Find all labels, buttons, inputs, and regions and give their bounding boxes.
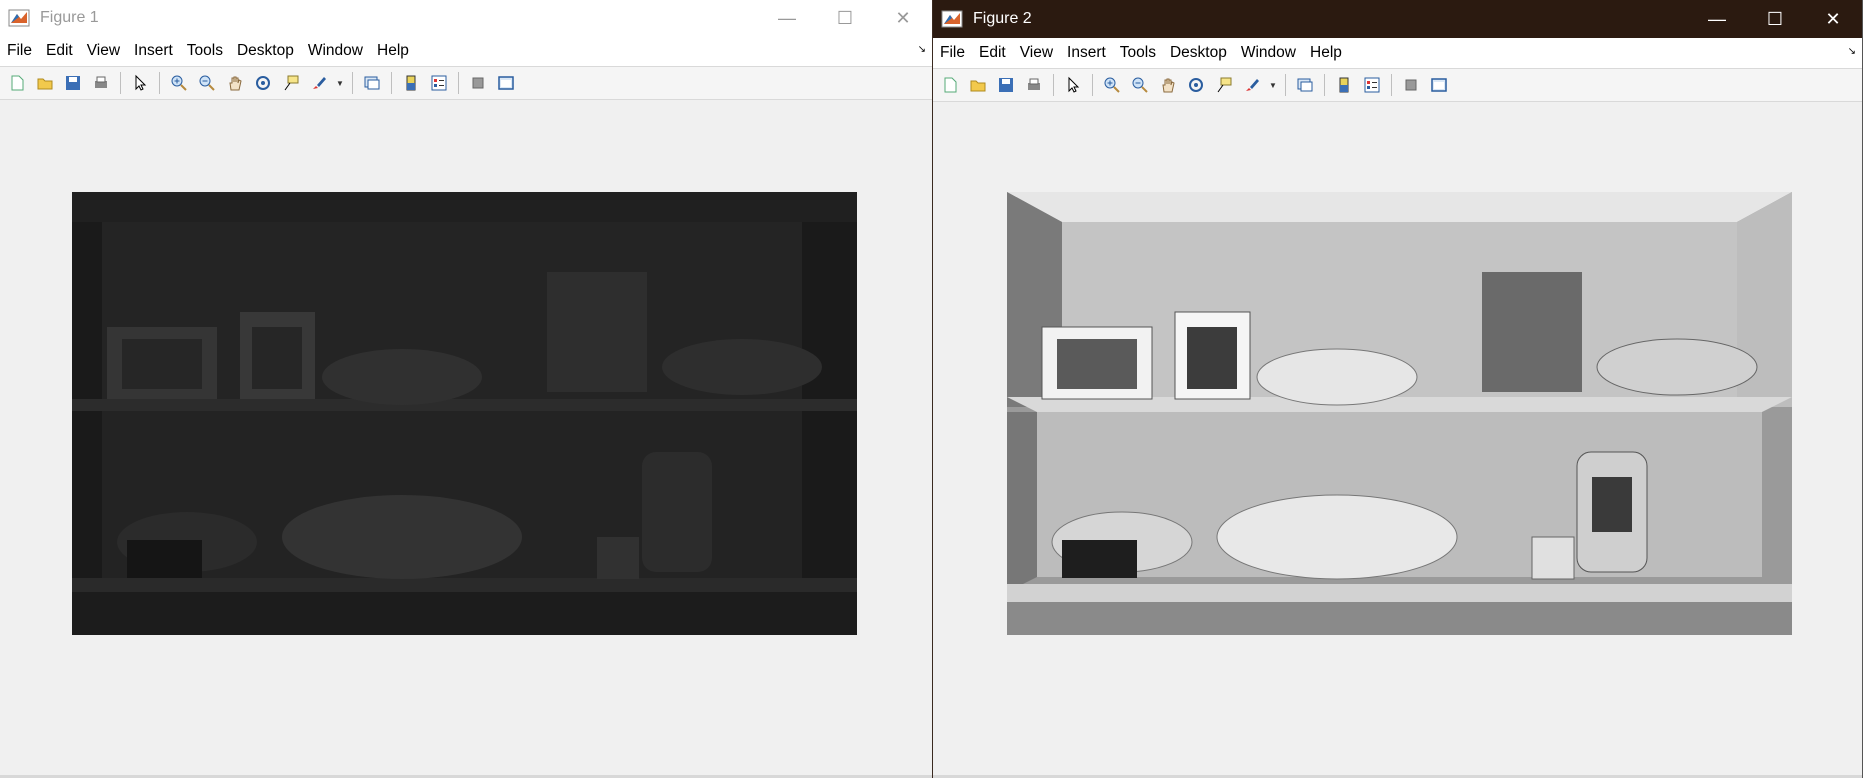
toolbar-separator [1053,74,1054,96]
menu-edit[interactable]: Edit [972,44,1013,62]
figure2-window-controls: — ☐ ✕ [1688,0,1862,38]
pointer-icon[interactable] [128,71,152,95]
toolbar-separator [458,72,459,94]
figure1-image-dark [72,192,857,635]
link-plot-icon[interactable] [1293,73,1317,97]
figure1-titlebar[interactable]: Figure 1 — ☐ ✕ [0,0,932,36]
colorbar-icon[interactable] [399,71,423,95]
print-icon[interactable] [1022,73,1046,97]
close-icon[interactable]: ✕ [1804,0,1862,38]
maximize-icon[interactable]: ☐ [816,0,874,36]
brush-dropdown-icon[interactable]: ▼ [335,71,345,95]
menu-desktop[interactable]: Desktop [1163,44,1234,62]
zoom-in-icon[interactable] [1100,73,1124,97]
rotate-3d-icon[interactable] [251,71,275,95]
new-figure-icon[interactable] [938,73,962,97]
dock-icon[interactable]: ↘ [918,44,926,55]
menu-tools[interactable]: Tools [180,42,230,60]
menu-edit[interactable]: Edit [39,42,80,60]
figure2-menubar: File Edit View Insert Tools Desktop Wind… [933,38,1862,68]
maximize-icon[interactable]: ☐ [1746,0,1804,38]
show-plot-tools-icon[interactable] [494,71,518,95]
legend-icon[interactable] [1360,73,1384,97]
figure2-titlebar[interactable]: Figure 2 — ☐ ✕ [933,0,1862,38]
close-icon[interactable]: ✕ [874,0,932,36]
show-plot-tools-icon[interactable] [1427,73,1451,97]
figure2-toolbar: ▼ [933,68,1862,102]
open-icon[interactable] [33,71,57,95]
brush-dropdown-icon[interactable]: ▼ [1268,73,1278,97]
figure2-title: Figure 2 [973,10,1032,27]
pan-icon[interactable] [223,71,247,95]
menu-insert[interactable]: Insert [1060,44,1113,62]
link-plot-icon[interactable] [360,71,384,95]
hide-plot-tools-icon[interactable] [1399,73,1423,97]
figure2-image-enhanced [1007,192,1792,635]
menu-desktop[interactable]: Desktop [230,42,301,60]
matlab-icon [941,8,963,30]
toolbar-separator [159,72,160,94]
menu-view[interactable]: View [80,42,127,60]
menu-file[interactable]: File [0,42,39,60]
print-icon[interactable] [89,71,113,95]
pan-icon[interactable] [1156,73,1180,97]
menu-tools[interactable]: Tools [1113,44,1163,62]
menu-help[interactable]: Help [370,42,416,60]
toolbar-separator [391,72,392,94]
toolbar-separator [1324,74,1325,96]
zoom-out-icon[interactable] [1128,73,1152,97]
save-icon[interactable] [994,73,1018,97]
toolbar-separator [1285,74,1286,96]
rotate-3d-icon[interactable] [1184,73,1208,97]
menu-view[interactable]: View [1013,44,1060,62]
toolbar-separator [1092,74,1093,96]
menu-help[interactable]: Help [1303,44,1349,62]
brush-icon[interactable] [1240,73,1264,97]
open-icon[interactable] [966,73,990,97]
toolbar-separator [1391,74,1392,96]
figure1-title: Figure 1 [40,9,99,26]
minimize-icon[interactable]: — [758,0,816,36]
pointer-icon[interactable] [1061,73,1085,97]
menu-window[interactable]: Window [1234,44,1303,62]
dock-icon[interactable]: ↘ [1848,46,1856,57]
zoom-in-icon[interactable] [167,71,191,95]
figure1-window-controls: — ☐ ✕ [758,0,932,36]
hide-plot-tools-icon[interactable] [466,71,490,95]
menu-insert[interactable]: Insert [127,42,180,60]
menu-file[interactable]: File [933,44,972,62]
figure2-window: Figure 2 — ☐ ✕ File Edit View Insert Too… [932,0,1863,778]
toolbar-separator [120,72,121,94]
colorbar-icon[interactable] [1332,73,1356,97]
new-figure-icon[interactable] [5,71,29,95]
data-cursor-icon[interactable] [279,71,303,95]
legend-icon[interactable] [427,71,451,95]
figure1-menubar: File Edit View Insert Tools Desktop Wind… [0,36,932,66]
brush-icon[interactable] [307,71,331,95]
menu-window[interactable]: Window [301,42,370,60]
matlab-icon [8,7,30,29]
minimize-icon[interactable]: — [1688,0,1746,38]
toolbar-separator [352,72,353,94]
save-icon[interactable] [61,71,85,95]
zoom-out-icon[interactable] [195,71,219,95]
data-cursor-icon[interactable] [1212,73,1236,97]
figure1-window: Figure 1 — ☐ ✕ File Edit View Insert Too… [0,0,932,778]
figure1-toolbar: ▼ [0,66,932,100]
